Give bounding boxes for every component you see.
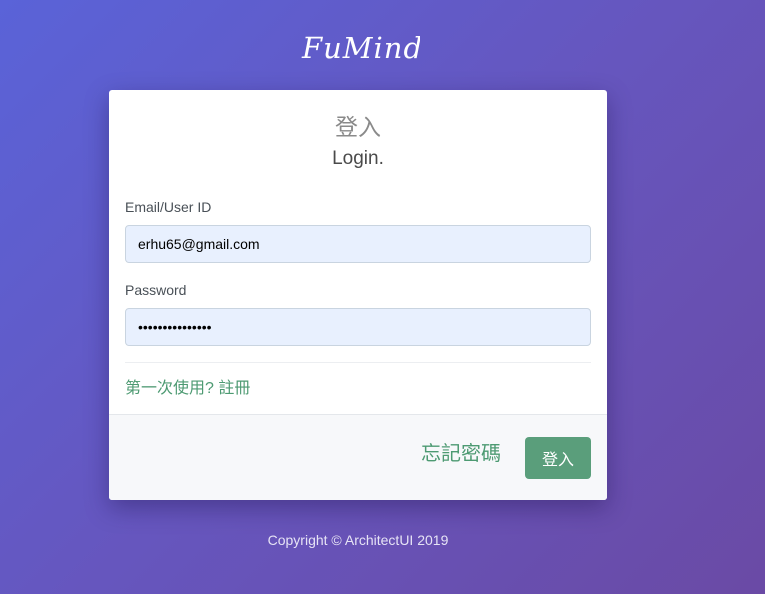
form-divider (125, 362, 591, 363)
email-label: Email/User ID (125, 199, 212, 215)
login-title-chinese: 登入 (335, 114, 381, 140)
login-card: 登入 Login. Email/User ID Password 第一次使用? … (109, 90, 607, 500)
copyright-text: Copyright © ArchitectUI 2019 (267, 532, 449, 548)
email-input[interactable] (125, 225, 591, 263)
forgot-password-link[interactable]: 忘記密碼 (421, 441, 501, 467)
fumind-logo: FuMind (301, 31, 420, 65)
password-label: Password (125, 282, 187, 298)
login-card-footer: 忘記密碼 登入 (109, 414, 607, 500)
login-title-english: Login. (332, 148, 384, 169)
password-input[interactable] (125, 308, 591, 346)
logo-text: FuMind (301, 31, 420, 65)
login-button[interactable]: 登入 (525, 437, 591, 479)
register-link[interactable]: 第一次使用? 註冊 (125, 378, 250, 400)
